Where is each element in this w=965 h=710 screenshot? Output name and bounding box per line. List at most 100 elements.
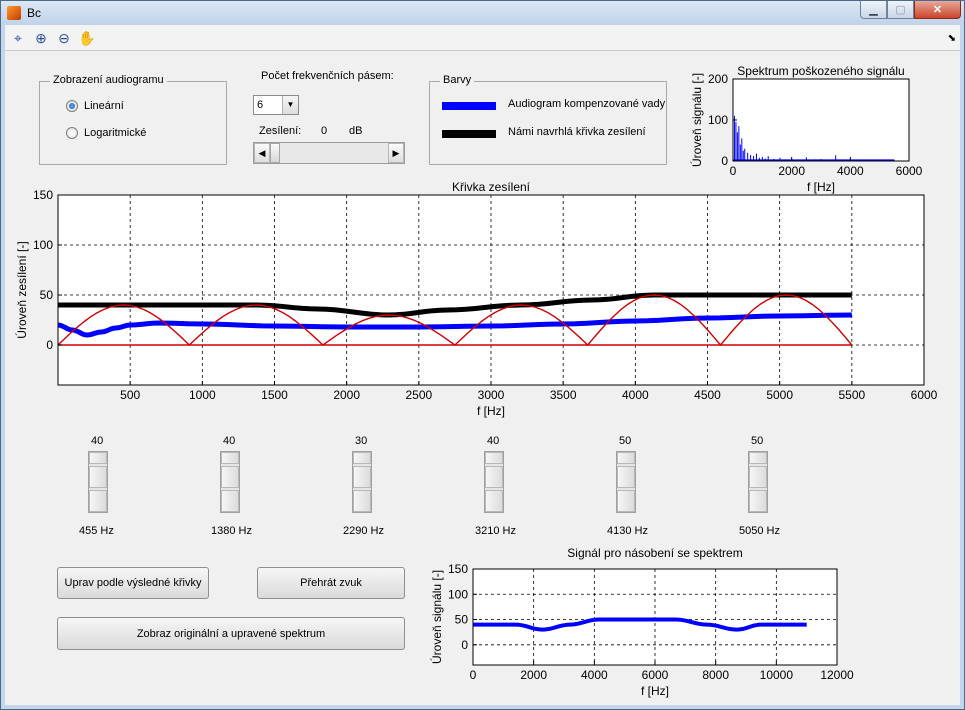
x-tick-label: 12000 xyxy=(820,668,854,682)
band-slider[interactable] xyxy=(484,451,504,513)
arrow-right-icon[interactable]: ▶ xyxy=(388,143,404,163)
title-bar: Bc ▁ ▢ ✕ xyxy=(1,1,964,25)
x-tick-label: 500 xyxy=(120,388,140,402)
band-slider-track[interactable] xyxy=(749,452,767,464)
band-slider-track[interactable] xyxy=(617,452,635,464)
minimize-button[interactable]: ▁ xyxy=(860,1,887,19)
y-tick-label: 100 xyxy=(448,587,468,601)
matlab-icon xyxy=(7,6,21,20)
band-slider-value: 30 xyxy=(355,435,368,447)
y-axis-label: Úroveň signálu [-] xyxy=(689,73,704,167)
data-cursor-icon[interactable]: ⌖ xyxy=(8,28,28,48)
y-axis-label: Úroveň zesílení [-] xyxy=(14,241,29,338)
zoom-out-icon[interactable]: ⊖ xyxy=(54,28,74,48)
band-slider-value: 40 xyxy=(223,435,236,447)
band-slider-track[interactable] xyxy=(89,452,107,464)
gain-slider-thumb[interactable] xyxy=(270,143,280,163)
radio-dot xyxy=(66,100,78,112)
gain-label: Zesílení: xyxy=(259,125,302,137)
band-slider-thumb[interactable] xyxy=(617,466,635,488)
radio-linear[interactable]: Lineární xyxy=(66,100,124,112)
band-slider-track[interactable] xyxy=(353,490,371,512)
y-tick-label: 0 xyxy=(461,638,468,652)
band-slider-value: 40 xyxy=(487,435,500,447)
multiply-signal-chart: 0 2000 4000 6000 8000 10000 12000 0 50 100 150 Sign… xyxy=(429,546,854,698)
y-tick-label: 100 xyxy=(708,113,728,127)
figure-client-area: ⌖ ⊕ ⊖ ✋ ⬊ Zobrazení audiogramu Lineární … xyxy=(5,25,960,705)
chart-title: Spektrum poškozeného signálu xyxy=(737,64,904,78)
x-axis-label: f [Hz] xyxy=(477,404,505,418)
band-slider[interactable] xyxy=(748,451,768,513)
gain-slider[interactable]: ◀ ▶ xyxy=(253,142,405,164)
blue-swatch xyxy=(442,102,496,110)
pan-icon[interactable]: ✋ xyxy=(77,28,97,48)
gain-value: 0 xyxy=(321,125,328,137)
band-slider-track[interactable] xyxy=(353,452,371,464)
window-title: Bc xyxy=(27,6,42,20)
band-slider[interactable] xyxy=(88,451,108,513)
y-tick-label: 0 xyxy=(46,338,53,352)
chart-title: Signál pro násobení se spektrem xyxy=(567,546,742,560)
close-button[interactable]: ✕ xyxy=(914,1,961,19)
y-tick-label: 150 xyxy=(448,562,468,576)
bands-label: Počet frekvenčních pásem: xyxy=(261,70,394,82)
x-tick-label: 3500 xyxy=(550,388,577,402)
x-tick-label: 1500 xyxy=(261,388,288,402)
band-slider-frequency: 2290 Hz xyxy=(343,525,384,537)
show-spectrum-button[interactable]: Zobraz originální a upravené spektrum xyxy=(57,617,405,650)
band-slider-track[interactable] xyxy=(485,452,503,464)
chevron-down-icon[interactable]: ▼ xyxy=(282,96,298,114)
x-tick-label: 3000 xyxy=(478,388,505,402)
band-slider-track[interactable] xyxy=(617,490,635,512)
panel-title: Zobrazení audiogramu xyxy=(50,74,167,86)
x-tick-label: 4000 xyxy=(622,388,649,402)
x-tick-label: 6000 xyxy=(911,388,938,402)
figure-toolbar: ⌖ ⊕ ⊖ ✋ ⬊ xyxy=(5,25,960,51)
band-slider-track[interactable] xyxy=(485,490,503,512)
band-slider-track[interactable] xyxy=(221,452,239,464)
panel-title: Barvy xyxy=(440,74,475,86)
arrow-left-icon[interactable]: ◀ xyxy=(254,143,270,163)
band-slider[interactable] xyxy=(352,451,372,513)
band-slider[interactable] xyxy=(616,451,636,513)
x-tick-label: 6000 xyxy=(642,668,669,682)
x-axis-label: f [Hz] xyxy=(641,684,669,698)
band-slider-track[interactable] xyxy=(749,490,767,512)
adjust-button[interactable]: Uprav podle výsledné křivky xyxy=(57,567,209,599)
band-slider-frequency: 3210 Hz xyxy=(475,525,516,537)
x-tick-label: 8000 xyxy=(702,668,729,682)
y-tick-label: 150 xyxy=(33,188,53,202)
band-slider-thumb[interactable] xyxy=(749,466,767,488)
band-slider-track[interactable] xyxy=(89,490,107,512)
x-tick-label: 2000 xyxy=(520,668,547,682)
y-tick-label: 0 xyxy=(721,154,728,168)
band-slider-track[interactable] xyxy=(221,490,239,512)
band-slider-thumb[interactable] xyxy=(353,466,371,488)
x-tick-label: 4500 xyxy=(694,388,721,402)
y-tick-label: 100 xyxy=(33,238,53,252)
x-tick-label: 2000 xyxy=(333,388,360,402)
band-slider-frequency: 5050 Hz xyxy=(739,525,780,537)
radio-label: Lineární xyxy=(84,100,124,112)
x-tick-label: 4000 xyxy=(581,668,608,682)
y-tick-label: 50 xyxy=(40,288,54,302)
play-button[interactable]: Přehrát zvuk xyxy=(257,567,405,599)
x-tick-label: 5500 xyxy=(838,388,865,402)
gain-unit: dB xyxy=(349,125,363,137)
band-slider-thumb[interactable] xyxy=(485,466,503,488)
band-slider-thumb[interactable] xyxy=(221,466,239,488)
bands-select[interactable]: 6 ▼ xyxy=(253,95,299,115)
band-slider-frequency: 455 Hz xyxy=(79,525,114,537)
plot-area xyxy=(733,79,909,161)
y-axis-label: Úroveň signálu [-] xyxy=(429,570,444,664)
audiogram-display-panel: Zobrazení audiogramu Lineární Logaritmic… xyxy=(39,74,227,165)
colors-panel: Barvy Audiogram kompenzované vady Námi n… xyxy=(429,74,667,165)
maximize-button[interactable]: ▢ xyxy=(887,1,914,19)
legend-label-gain: Námi navrhlá křivka zesílení xyxy=(508,126,646,138)
dock-arrow-icon[interactable]: ⬊ xyxy=(948,33,956,44)
radio-logarithmic[interactable]: Logaritmické xyxy=(66,127,146,139)
zoom-in-icon[interactable]: ⊕ xyxy=(31,28,51,48)
band-slider[interactable] xyxy=(220,451,240,513)
band-slider-thumb[interactable] xyxy=(89,466,107,488)
x-tick-label: 5000 xyxy=(766,388,793,402)
